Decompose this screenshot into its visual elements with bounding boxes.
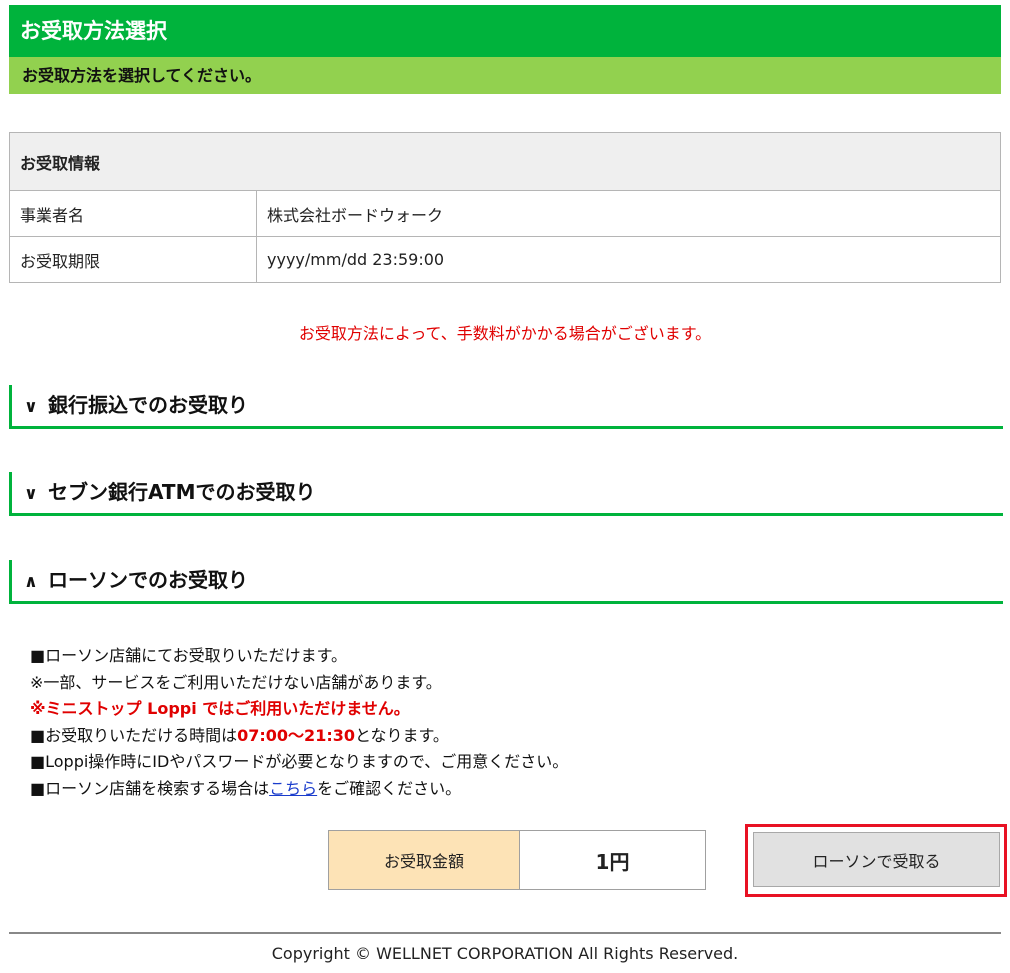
table-row: 事業者名 株式会社ボードウォーク	[9, 190, 1001, 237]
chevron-down-icon: ∨	[24, 484, 38, 504]
table-row: お受取期限 yyyy/mm/dd 23:59:00	[9, 236, 1001, 283]
hours-value: 07:00～21:30	[237, 725, 355, 745]
accordion-bank-transfer[interactable]: ∨ 銀行振込でのお受取り	[9, 385, 1003, 429]
lawson-details: ■ローソン店舗にてお受取りいただけます。 ※一部、サービスをご利用いただけない店…	[30, 643, 568, 802]
chevron-up-icon: ∧	[24, 572, 38, 592]
business-name-label: 事業者名	[9, 190, 257, 237]
footer-divider	[9, 932, 1001, 934]
deadline-label: お受取期限	[9, 236, 257, 283]
amount-box: お受取金額 1円	[328, 830, 706, 890]
store-search-suffix: をご確認ください。	[317, 778, 462, 798]
fee-notice: お受取方法によって、手数料がかかる場合がございます。	[298, 324, 712, 343]
table-header-row: お受取情報	[9, 132, 1001, 191]
amount-value: 1円	[595, 849, 630, 874]
lawson-info-line: ※一部、サービスをご利用いただけない店舗があります。	[30, 672, 442, 692]
business-name-value: 株式会社ボードウォーク	[256, 190, 1001, 237]
amount-label: お受取金額	[329, 831, 520, 889]
chevron-down-icon: ∨	[24, 397, 38, 417]
page-subtitle: お受取方法を選択してください。	[9, 57, 1001, 94]
lawson-hours-line: ■お受取りいただける時間は07:00～21:30となります。	[30, 723, 568, 750]
ministop-warning: ※ミニストップ Loppi ではご利用いただけません。	[30, 699, 410, 718]
lawson-info-line: ■ローソン店舗にてお受取りいただけます。	[30, 646, 348, 665]
accordion-seven-bank-atm[interactable]: ∨ セブン銀行ATMでのお受取り	[9, 472, 1003, 516]
store-search-line: ■ローソン店舗を検索する場合はこちらをご確認ください。	[30, 776, 568, 803]
store-search-link[interactable]: こちら	[269, 779, 317, 798]
deadline-value: yyyy/mm/dd 23:59:00	[256, 236, 1001, 283]
hours-suffix: となります。	[355, 725, 449, 745]
hours-prefix: ■お受取りいただける時間は	[30, 725, 238, 745]
accordion-title: セブン銀行ATMでのお受取り	[48, 480, 316, 504]
receipt-info-heading: お受取情報	[9, 132, 1001, 191]
store-search-prefix: ■ローソン店舗を検索する場合は	[30, 778, 270, 798]
receipt-info-table: お受取情報 事業者名 株式会社ボードウォーク お受取期限 yyyy/mm/dd …	[9, 132, 1001, 283]
accordion-lawson[interactable]: ∧ ローソンでのお受取り	[9, 560, 1003, 604]
page-title: お受取方法選択	[9, 5, 1001, 57]
copyright: Copyright © WELLNET CORPORATION All Righ…	[271, 944, 739, 963]
receive-at-lawson-button[interactable]: ローソンで受取る	[753, 832, 1000, 887]
accordion-title: ローソンでのお受取り	[48, 568, 248, 592]
lawson-info-line: ■Loppi操作時にIDやパスワードが必要となりますので、ご用意ください。	[30, 752, 569, 771]
accordion-title: 銀行振込でのお受取り	[48, 393, 248, 417]
